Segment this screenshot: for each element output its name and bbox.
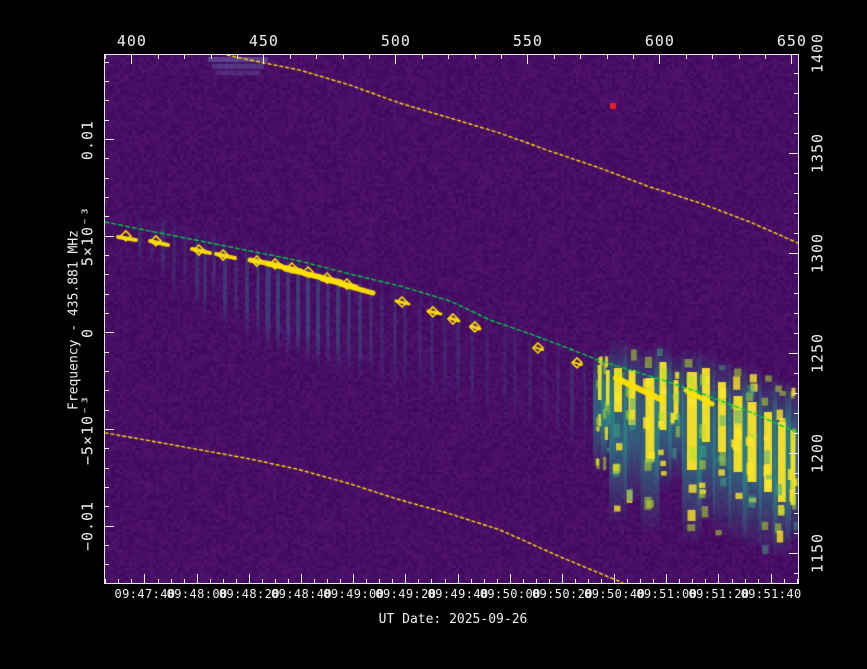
left-axis-tick-label: −5×10⁻³ [81,394,96,464]
left-axis-tick-label: 5×10⁻³ [81,206,96,266]
right-axis-tick-label: 1250 [811,333,826,373]
right-axis-tick-label: 1200 [811,433,826,473]
left-axis-title: Frequency - 435.881 MHz [67,230,82,410]
right-axis-tick-label: 1300 [811,233,826,273]
bottom-axis-time-label: 09:47:40 [114,588,175,600]
ut-date-label: UT Date: 2025-09-26 [379,612,528,627]
bottom-axis-time-label: 09:48:00 [167,588,228,600]
right-axis-tick-label: 1350 [811,133,826,173]
top-axis-tick-label: 550 [513,34,543,49]
bottom-axis-time-label: 09:48:40 [271,588,332,600]
left-axis-tick-label: 0.01 [81,120,96,160]
bottom-axis-time-label: 09:50:40 [584,588,645,600]
bottom-axis-time-label: 09:49:40 [428,588,489,600]
top-axis-tick-label: 600 [645,34,675,49]
left-axis-tick-label: 0 [81,328,96,338]
left-axis-tick-label: −0.01 [81,501,96,551]
right-axis-tick-label: 1400 [811,33,826,73]
doppler-spectrogram-figure: 400450500550600650 09:47:4009:48:0009:48… [0,0,867,669]
top-axis-tick-label: 400 [117,34,147,49]
top-axis-tick-label: 500 [381,34,411,49]
bottom-axis-time-label: 09:49:20 [375,588,436,600]
plot-area [104,54,799,584]
right-axis-tick-label: 1150 [811,533,826,573]
bottom-axis-time-label: 09:51:40 [741,588,802,600]
top-axis-tick-label: 450 [249,34,279,49]
bottom-axis-time-label: 09:51:00 [636,588,697,600]
bottom-axis-time-label: 09:50:00 [480,588,541,600]
bottom-axis-time-label: 09:49:00 [323,588,384,600]
top-axis-tick-label: 650 [777,34,807,49]
bottom-axis-time-label: 09:50:20 [532,588,593,600]
bottom-axis-time-label: 09:51:20 [688,588,749,600]
spectrogram-canvas [105,55,798,583]
bottom-axis-time-label: 09:48:20 [219,588,280,600]
